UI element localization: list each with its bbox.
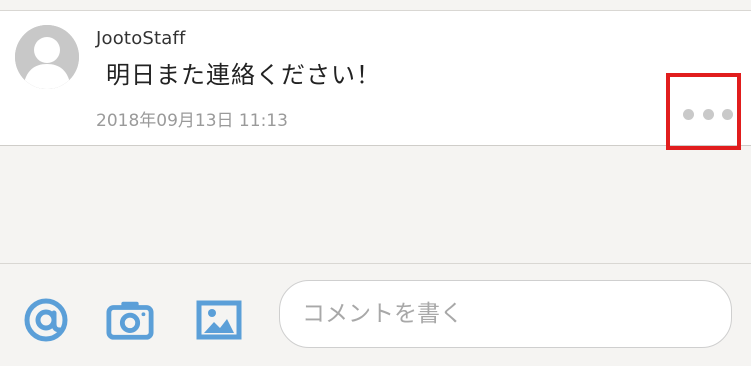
- camera-icon: [106, 301, 154, 340]
- comment-input[interactable]: [279, 280, 732, 348]
- more-dot: [722, 108, 733, 120]
- at-icon: [24, 298, 68, 342]
- avatar[interactable]: [15, 25, 79, 89]
- more-options-icon[interactable]: [683, 107, 733, 121]
- comment-item: JootoStaff 明日また連絡ください！ 2018年09月13日 11:13: [0, 11, 751, 150]
- image-icon: [196, 300, 242, 340]
- image-button[interactable]: [195, 296, 243, 344]
- comment-author: JootoStaff: [96, 28, 186, 49]
- comment-timestamp: 2018年09月13日 11:13: [96, 111, 288, 131]
- more-dot: [702, 108, 714, 120]
- more-dot: [683, 108, 694, 120]
- comment-toolbar: [0, 263, 751, 366]
- mention-button[interactable]: [22, 296, 70, 344]
- top-divider: [0, 0, 751, 11]
- comment-body: 明日また連絡ください！: [106, 61, 381, 89]
- camera-button[interactable]: [106, 296, 154, 344]
- user-avatar-icon: [15, 25, 79, 89]
